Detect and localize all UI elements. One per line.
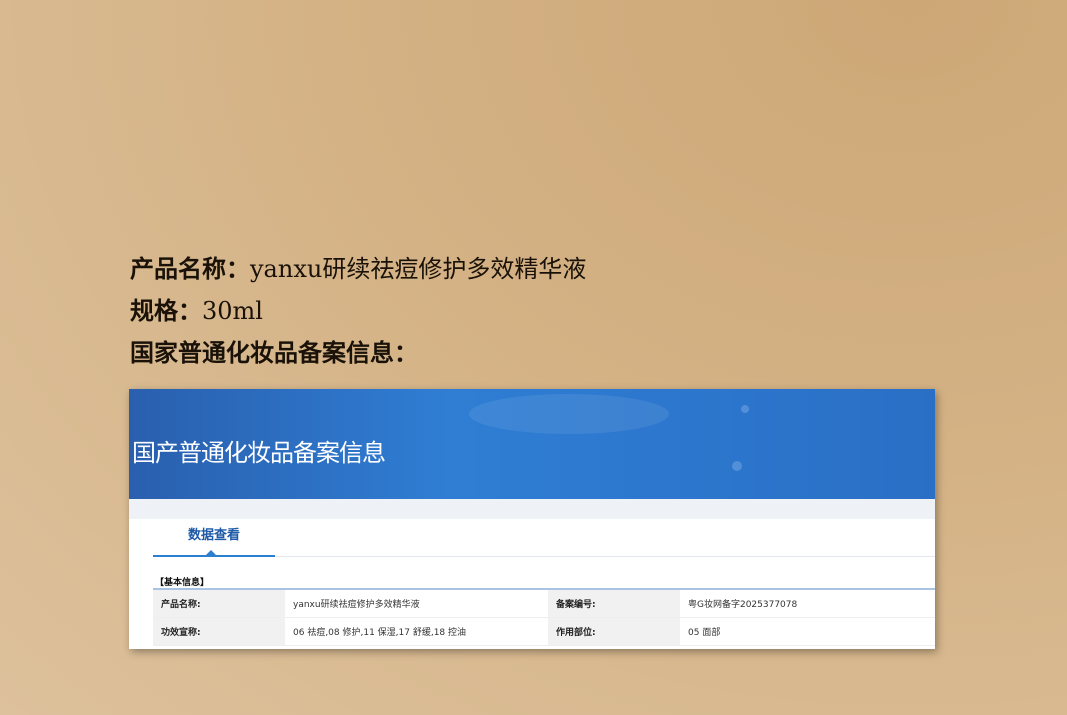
filing-line: 国家普通化妆品备案信息： xyxy=(130,332,586,374)
product-name-value: yanxu研续祛痘修护多效精华液 xyxy=(250,255,587,283)
spec-value: 30ml xyxy=(202,297,263,325)
decor-dot xyxy=(732,461,742,471)
product-info: 产品名称：yanxu研续祛痘修护多效精华液 规格：30ml 国家普通化妆品备案信… xyxy=(130,248,586,374)
product-name-line: 产品名称：yanxu研续祛痘修护多效精华液 xyxy=(130,248,586,290)
tab-data-view[interactable]: 数据查看 xyxy=(153,519,275,557)
section-title: 【基本信息】 xyxy=(155,578,210,588)
product-name-label: 产品名称： xyxy=(130,254,250,283)
spacer xyxy=(129,499,935,519)
cell-label: 作用部位: xyxy=(548,617,680,646)
spec-line: 规格：30ml xyxy=(130,290,586,332)
banner-title: 国产普通化妆品备案信息 xyxy=(132,439,386,467)
filing-screenshot: 国产普通化妆品备案信息 数据查看 【基本信息】 产品名称: yanxu研续祛痘修… xyxy=(129,389,935,649)
tab-bar: 数据查看 xyxy=(153,519,935,557)
info-table: 产品名称: yanxu研续祛痘修护多效精华液 备案编号: 粤G妆网备字20253… xyxy=(153,588,935,646)
decor-shape xyxy=(469,394,669,434)
cell-value: 粤G妆网备字2025377078 xyxy=(680,589,935,618)
cell-value: 05 面部 xyxy=(680,617,935,646)
banner: 国产普通化妆品备案信息 xyxy=(129,389,935,499)
spec-label: 规格： xyxy=(130,296,202,325)
cell-label: 功效宣称: xyxy=(153,617,285,646)
cell-value: 06 祛痘,08 修护,11 保湿,17 舒缓,18 控油 xyxy=(285,617,548,646)
cell-label: 产品名称: xyxy=(153,589,285,618)
filing-label: 国家普通化妆品备案信息： xyxy=(130,338,418,367)
decor-dot xyxy=(741,405,749,413)
cell-label: 备案编号: xyxy=(548,589,680,618)
cell-value: yanxu研续祛痘修护多效精华液 xyxy=(285,589,548,618)
table-row: 产品名称: yanxu研续祛痘修护多效精华液 备案编号: 粤G妆网备字20253… xyxy=(153,589,935,618)
table-row: 功效宣称: 06 祛痘,08 修护,11 保湿,17 舒缓,18 控油 作用部位… xyxy=(153,617,935,646)
